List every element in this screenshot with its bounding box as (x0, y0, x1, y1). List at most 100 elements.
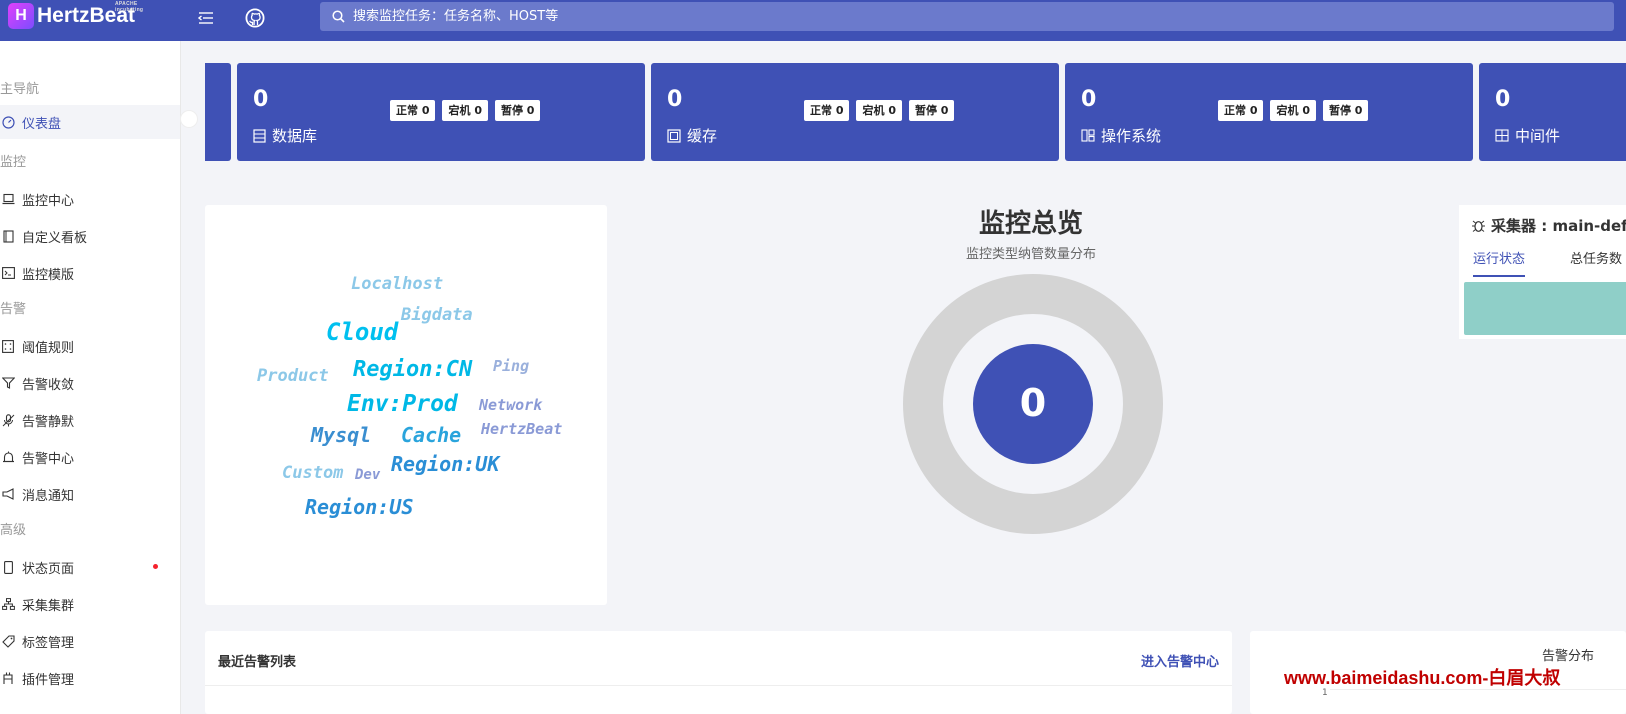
nav-group-monitor: 监控 (0, 155, 27, 170)
card-count: 0 (253, 87, 269, 112)
nav-group-alert: 告警 (0, 302, 27, 317)
badge-normal[interactable]: 正常 0 (1218, 100, 1264, 121)
bug-icon (1472, 220, 1485, 232)
tag-word[interactable]: Region:UK (391, 452, 499, 476)
card-name: 操作系统 (1101, 127, 1162, 145)
sidebar-item-dashboard[interactable]: 仪表盘 (0, 105, 180, 139)
logo-text: HertzBeat APACHE incubating (37, 1, 144, 27)
sidebar-item-alert-center[interactable]: 告警中心 (0, 440, 180, 474)
audio-muted-icon (1, 413, 15, 427)
code-icon (1, 266, 15, 280)
sidebar-collapse-handle[interactable] (180, 110, 198, 128)
metric-card-cache[interactable]: 0 缓存 正常 0 宕机 0 暂停 0 (651, 63, 1059, 161)
sidebar-item-label: 仪表盘 (22, 116, 62, 132)
cluster-icon (1, 597, 15, 611)
badge-down[interactable]: 宕机 0 (1270, 100, 1316, 121)
calculator-icon (1, 339, 15, 353)
sidebar-item-plugin-management[interactable]: 插件管理 (0, 661, 180, 695)
alert-center-link[interactable]: 进入告警中心 (1141, 651, 1219, 670)
watermark-text: www.baimeidashu.com-白眉大叔 (1284, 668, 1561, 688)
logo[interactable]: H HertzBeat APACHE incubating (8, 1, 144, 29)
recent-alarms-title: 最近告警列表 (218, 655, 297, 670)
notification-dot (153, 564, 158, 569)
tag-word[interactable]: Localhost (351, 274, 443, 294)
badge-paused[interactable]: 暂停 0 (1322, 100, 1369, 121)
dashboard-icon (1, 115, 15, 129)
badge-down[interactable]: 宕机 0 (856, 100, 902, 121)
card-badges: 正常 0 宕机 0 暂停 0 (1218, 100, 1375, 121)
sidebar-item-collector-cluster[interactable]: 采集集群 (0, 587, 180, 621)
sidebar-item-label: 阈值规则 (22, 340, 75, 356)
top-bar: H HertzBeat APACHE incubating (0, 0, 1626, 41)
tag-word[interactable]: Product (257, 366, 329, 386)
card-label: 数据库 (253, 125, 317, 146)
sidebar-item-alert-silence[interactable]: 告警静默 (0, 403, 180, 437)
tag-word[interactable]: Custom (282, 463, 343, 483)
sidebar-item-label: 告警中心 (22, 451, 75, 467)
card-name: 缓存 (687, 127, 718, 145)
card-badges: 正常 0 宕机 0 暂停 0 (804, 100, 961, 121)
book-icon (1, 229, 15, 243)
collector-title: 采集器 : main-defa (1471, 215, 1626, 236)
sidebar-item-monitor-template[interactable]: 监控模版 (0, 256, 180, 290)
tab-run-status[interactable]: 运行状态 (1473, 248, 1526, 277)
collector-status-bar (1464, 282, 1626, 335)
logo-mark-icon: H (8, 3, 34, 29)
database-icon (253, 128, 266, 143)
badge-down[interactable]: 宕机 0 (442, 100, 488, 121)
sidebar-item-label: 监控中心 (22, 193, 75, 209)
tag-word[interactable]: Cloud (326, 318, 398, 346)
collector-panel: 采集器 : main-defa 运行状态 总任务数 (1459, 205, 1626, 339)
tag-word[interactable]: Region:US (305, 495, 413, 519)
sidebar-item-label: 告警收敛 (22, 377, 75, 393)
overview-donut-chart[interactable]: 0 (903, 274, 1163, 534)
overview-subtitle: 监控类型纳管数量分布 (965, 247, 1096, 262)
sidebar-item-label: 消息通知 (22, 488, 75, 504)
tag-word[interactable]: HertzBeat (481, 420, 562, 438)
sidebar-item-label: 标签管理 (22, 635, 75, 651)
sidebar-item-custom-board[interactable]: 自定义看板 (0, 219, 180, 253)
tag-word[interactable]: Dev (355, 467, 380, 483)
middleware-icon (1495, 129, 1509, 142)
badge-normal[interactable]: 正常 0 (390, 100, 436, 121)
sidebar-item-notification[interactable]: 消息通知 (0, 477, 180, 511)
nav-group-advanced: 高级 (0, 523, 27, 538)
tag-word[interactable]: Bigdata (401, 305, 473, 325)
badge-paused[interactable]: 暂停 0 (494, 100, 541, 121)
metric-card-middleware[interactable]: 0 中间件 (1479, 63, 1626, 161)
tag-word[interactable]: Cache (401, 423, 461, 447)
card-name: 中间件 (1515, 127, 1561, 145)
recent-alarms-header: 最近告警列表 进入告警中心 (205, 631, 1232, 686)
tag-cloud-panel: Localhost Bigdata Cloud Region:CN Ping P… (205, 205, 607, 605)
search-input[interactable] (351, 8, 1555, 25)
tag-word[interactable]: Env:Prod (347, 391, 458, 417)
metric-card-os[interactable]: 0 操作系统 正常 0 宕机 0 暂停 0 (1065, 63, 1473, 161)
sidebar-item-threshold-rules[interactable]: 阈值规则 (0, 329, 180, 363)
donut-total: 0 (1020, 381, 1046, 425)
tag-word[interactable]: Ping (493, 357, 529, 375)
badge-normal[interactable]: 正常 0 (804, 100, 850, 121)
tag-word[interactable]: Network (479, 396, 542, 414)
sidebar-item-monitor-center[interactable]: 监控中心 (0, 182, 180, 216)
notification-icon (1, 487, 15, 501)
sidebar-item-alert-converge[interactable]: 告警收敛 (0, 366, 180, 400)
mobile-icon (1, 560, 15, 574)
badge-paused[interactable]: 暂停 0 (908, 100, 955, 121)
menu-fold-icon[interactable] (196, 8, 216, 28)
plugin-icon (1, 671, 15, 685)
sidebar-item-status-page[interactable]: 状态页面 (0, 550, 180, 584)
metric-card-partial[interactable] (205, 63, 231, 161)
search-icon (332, 10, 345, 23)
sidebar-item-label: 自定义看板 (22, 230, 88, 246)
alert-icon (1, 450, 15, 464)
tab-total-tasks[interactable]: 总任务数 (1570, 248, 1622, 267)
overview-title: 监控总览 (978, 209, 1083, 239)
search-bar[interactable] (320, 2, 1614, 31)
sidebar-item-tag-management[interactable]: 标签管理 (0, 624, 180, 658)
sidebar-item-label: 插件管理 (22, 672, 75, 688)
tag-word[interactable]: Mysql (311, 423, 371, 447)
tag-icon (1, 634, 15, 648)
metric-card-database[interactable]: 0 数据库 正常 0 宕机 0 暂停 0 (237, 63, 645, 161)
github-icon[interactable] (245, 8, 265, 28)
tag-word[interactable]: Region:CN (353, 357, 472, 382)
